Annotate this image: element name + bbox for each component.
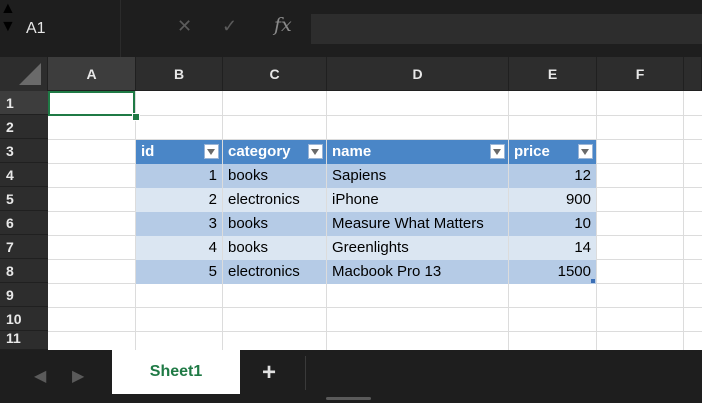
add-sheet-button[interactable]: + (262, 359, 276, 387)
row-header-1[interactable]: 1 (0, 91, 48, 115)
table-cell-id[interactable]: 3 (136, 212, 222, 236)
row-header-9[interactable]: 9 (0, 283, 48, 307)
column-header-d[interactable]: D (327, 57, 509, 91)
formula-bar: A1 ▲ ▼ ✕ ✓ fx (0, 0, 702, 57)
table-cell-name[interactable]: Macbook Pro 13 (327, 260, 508, 284)
confirm-check-icon[interactable]: ✓ (222, 16, 237, 37)
row-header-7[interactable]: 7 (0, 235, 48, 259)
table-header-label: name (332, 143, 372, 160)
row-header-3[interactable]: 3 (0, 139, 48, 163)
cell-grid[interactable]: id category name price 1 books Sapiens 1… (48, 91, 702, 350)
table-cell-price[interactable]: 12 (509, 164, 596, 188)
filter-dropdown-icon[interactable] (490, 144, 505, 159)
active-cell-selection[interactable] (48, 91, 135, 116)
table-cell-name[interactable]: Measure What Matters (327, 212, 508, 236)
table-header-name[interactable]: name (327, 140, 508, 164)
tab-divider (305, 356, 306, 390)
table-cell-name[interactable]: Greenlights (327, 236, 508, 260)
table-header-category[interactable]: category (223, 140, 326, 164)
row-header-8[interactable]: 8 (0, 259, 48, 283)
sheet-tab-bar: ◀ ▶ Sheet1 + (0, 350, 702, 403)
filter-dropdown-icon[interactable] (204, 144, 219, 159)
select-all-corner[interactable] (0, 57, 48, 91)
table-cell-price[interactable]: 10 (509, 212, 596, 236)
row-header-4[interactable]: 4 (0, 163, 48, 187)
table-resize-handle[interactable] (591, 279, 595, 283)
column-header-e[interactable]: E (509, 57, 597, 91)
table-header-label: price (514, 143, 550, 160)
column-header-f[interactable]: F (597, 57, 684, 91)
column-header-b[interactable]: B (136, 57, 223, 91)
row-header-5[interactable]: 5 (0, 187, 48, 211)
table-cell-id[interactable]: 4 (136, 236, 222, 260)
table-cell-id[interactable]: 5 (136, 260, 222, 284)
row-header-2[interactable]: 2 (0, 115, 48, 139)
table-cell-category[interactable]: electronics (223, 188, 326, 212)
cancel-icon[interactable]: ✕ (177, 16, 192, 37)
next-sheet-icon[interactable]: ▶ (72, 366, 84, 386)
table-cell-category[interactable]: books (223, 212, 326, 236)
horizontal-scrollbar[interactable] (326, 397, 371, 400)
table-header-price[interactable]: price (509, 140, 596, 164)
row-header-11[interactable]: 11 (0, 331, 48, 350)
table-cell-price[interactable]: 1500 (509, 260, 596, 284)
table-cell-price[interactable]: 900 (509, 188, 596, 212)
column-header-c[interactable]: C (223, 57, 327, 91)
table-cell-price[interactable]: 14 (509, 236, 596, 260)
table-cell-id[interactable]: 2 (136, 188, 222, 212)
previous-sheet-icon[interactable]: ◀ (34, 366, 46, 386)
table-cell-category[interactable]: electronics (223, 260, 326, 284)
table-header-label: id (141, 143, 155, 160)
name-box[interactable]: A1 (0, 0, 121, 57)
table-cell-category[interactable]: books (223, 236, 326, 260)
table-header-label: category (228, 143, 291, 160)
formula-input[interactable] (311, 14, 702, 44)
fill-handle[interactable] (132, 113, 140, 121)
column-header-g[interactable] (684, 57, 702, 91)
row-header-10[interactable]: 10 (0, 307, 48, 331)
row-header-6[interactable]: 6 (0, 211, 48, 235)
table-header-id[interactable]: id (136, 140, 222, 164)
column-header-a[interactable]: A (48, 57, 136, 91)
sheet-tab-sheet1[interactable]: Sheet1 (112, 350, 240, 394)
table-cell-category[interactable]: books (223, 164, 326, 188)
table-cell-name[interactable]: iPhone (327, 188, 508, 212)
table-cell-name[interactable]: Sapiens (327, 164, 508, 188)
filter-dropdown-icon[interactable] (308, 144, 323, 159)
table-cell-id[interactable]: 1 (136, 164, 222, 188)
insert-function-icon[interactable]: fx (274, 14, 292, 36)
filter-dropdown-icon[interactable] (578, 144, 593, 159)
name-box-value: A1 (26, 20, 46, 37)
